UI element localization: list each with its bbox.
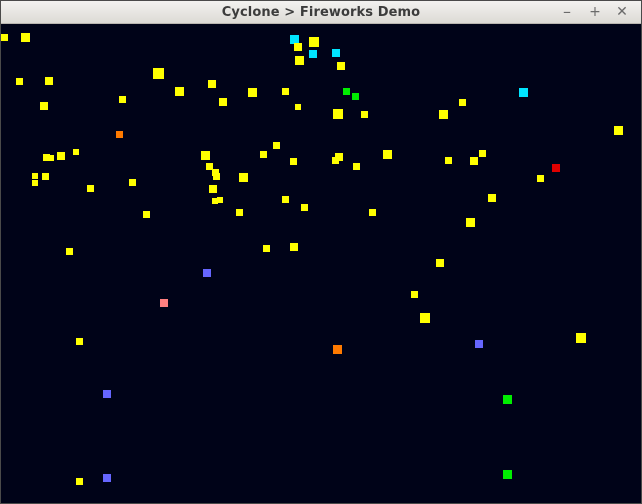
firework-particle [301,204,308,211]
firework-particle [153,68,164,79]
firework-particle [57,152,65,160]
app-window: Cyclone > Fireworks Demo – + ✕ [0,0,642,504]
firework-particle [369,209,376,216]
firework-particle [552,164,560,172]
firework-particle [537,175,544,182]
firework-particle [475,340,483,348]
firework-particle [175,87,184,96]
firework-particle [219,98,227,106]
firework-particle [479,150,486,157]
firework-particle [217,197,223,203]
firework-particle [73,149,79,155]
maximize-button[interactable]: + [586,4,604,20]
firework-particle [66,248,73,255]
firework-particle [503,470,512,479]
firework-particle [282,88,289,95]
firework-particle [614,126,623,135]
fireworks-canvas[interactable] [1,24,641,503]
firework-particle [333,345,342,354]
minimize-button[interactable]: – [558,4,576,20]
firework-particle [290,158,297,165]
window-title: Cyclone > Fireworks Demo [221,5,421,20]
firework-particle [248,88,257,97]
firework-particle [290,243,298,251]
firework-particle [119,96,126,103]
firework-particle [383,150,392,159]
firework-particle [352,93,359,100]
firework-particle [32,180,38,186]
firework-particle [519,88,528,97]
firework-particle [459,99,466,106]
firework-particle [260,151,267,158]
firework-particle [76,338,83,345]
firework-particle [273,142,280,149]
firework-particle [470,157,478,165]
firework-particle [488,194,496,202]
firework-particle [129,179,136,186]
firework-particle [236,209,243,216]
firework-particle [203,269,211,277]
firework-particle [87,185,94,192]
firework-particle [332,157,339,164]
firework-particle [263,245,270,252]
firework-particle [420,313,430,323]
firework-particle [213,173,220,180]
firework-particle [160,299,168,307]
firework-particle [294,43,302,51]
firework-particle [21,33,30,42]
firework-particle [445,157,452,164]
firework-particle [116,131,123,138]
firework-particle [332,49,340,57]
firework-particle [333,109,343,119]
firework-particle [1,34,8,41]
firework-particle [343,88,350,95]
firework-particle [282,196,289,203]
firework-particle [353,163,360,170]
firework-particle [143,211,150,218]
firework-particle [439,110,448,119]
title-bar[interactable]: Cyclone > Fireworks Demo – + ✕ [1,1,641,24]
firework-particle [466,218,475,227]
firework-particle [503,395,512,404]
firework-particle [208,80,216,88]
firework-particle [337,62,345,70]
firework-particle [103,474,111,482]
firework-particle [40,102,48,110]
firework-particle [48,155,54,161]
firework-particle [32,173,38,179]
firework-particle [16,78,23,85]
firework-particle [309,50,317,58]
firework-particle [209,185,217,193]
firework-particle [239,173,248,182]
firework-particle [103,390,111,398]
firework-particle [201,151,210,160]
firework-particle [309,37,319,47]
firework-particle [295,56,304,65]
firework-particle [295,104,301,110]
firework-particle [436,259,444,267]
firework-particle [42,173,49,180]
close-button[interactable]: ✕ [613,4,631,20]
firework-particle [361,111,368,118]
firework-particle [76,478,83,485]
firework-particle [411,291,418,298]
firework-particle [576,333,586,343]
firework-particle [45,77,53,85]
